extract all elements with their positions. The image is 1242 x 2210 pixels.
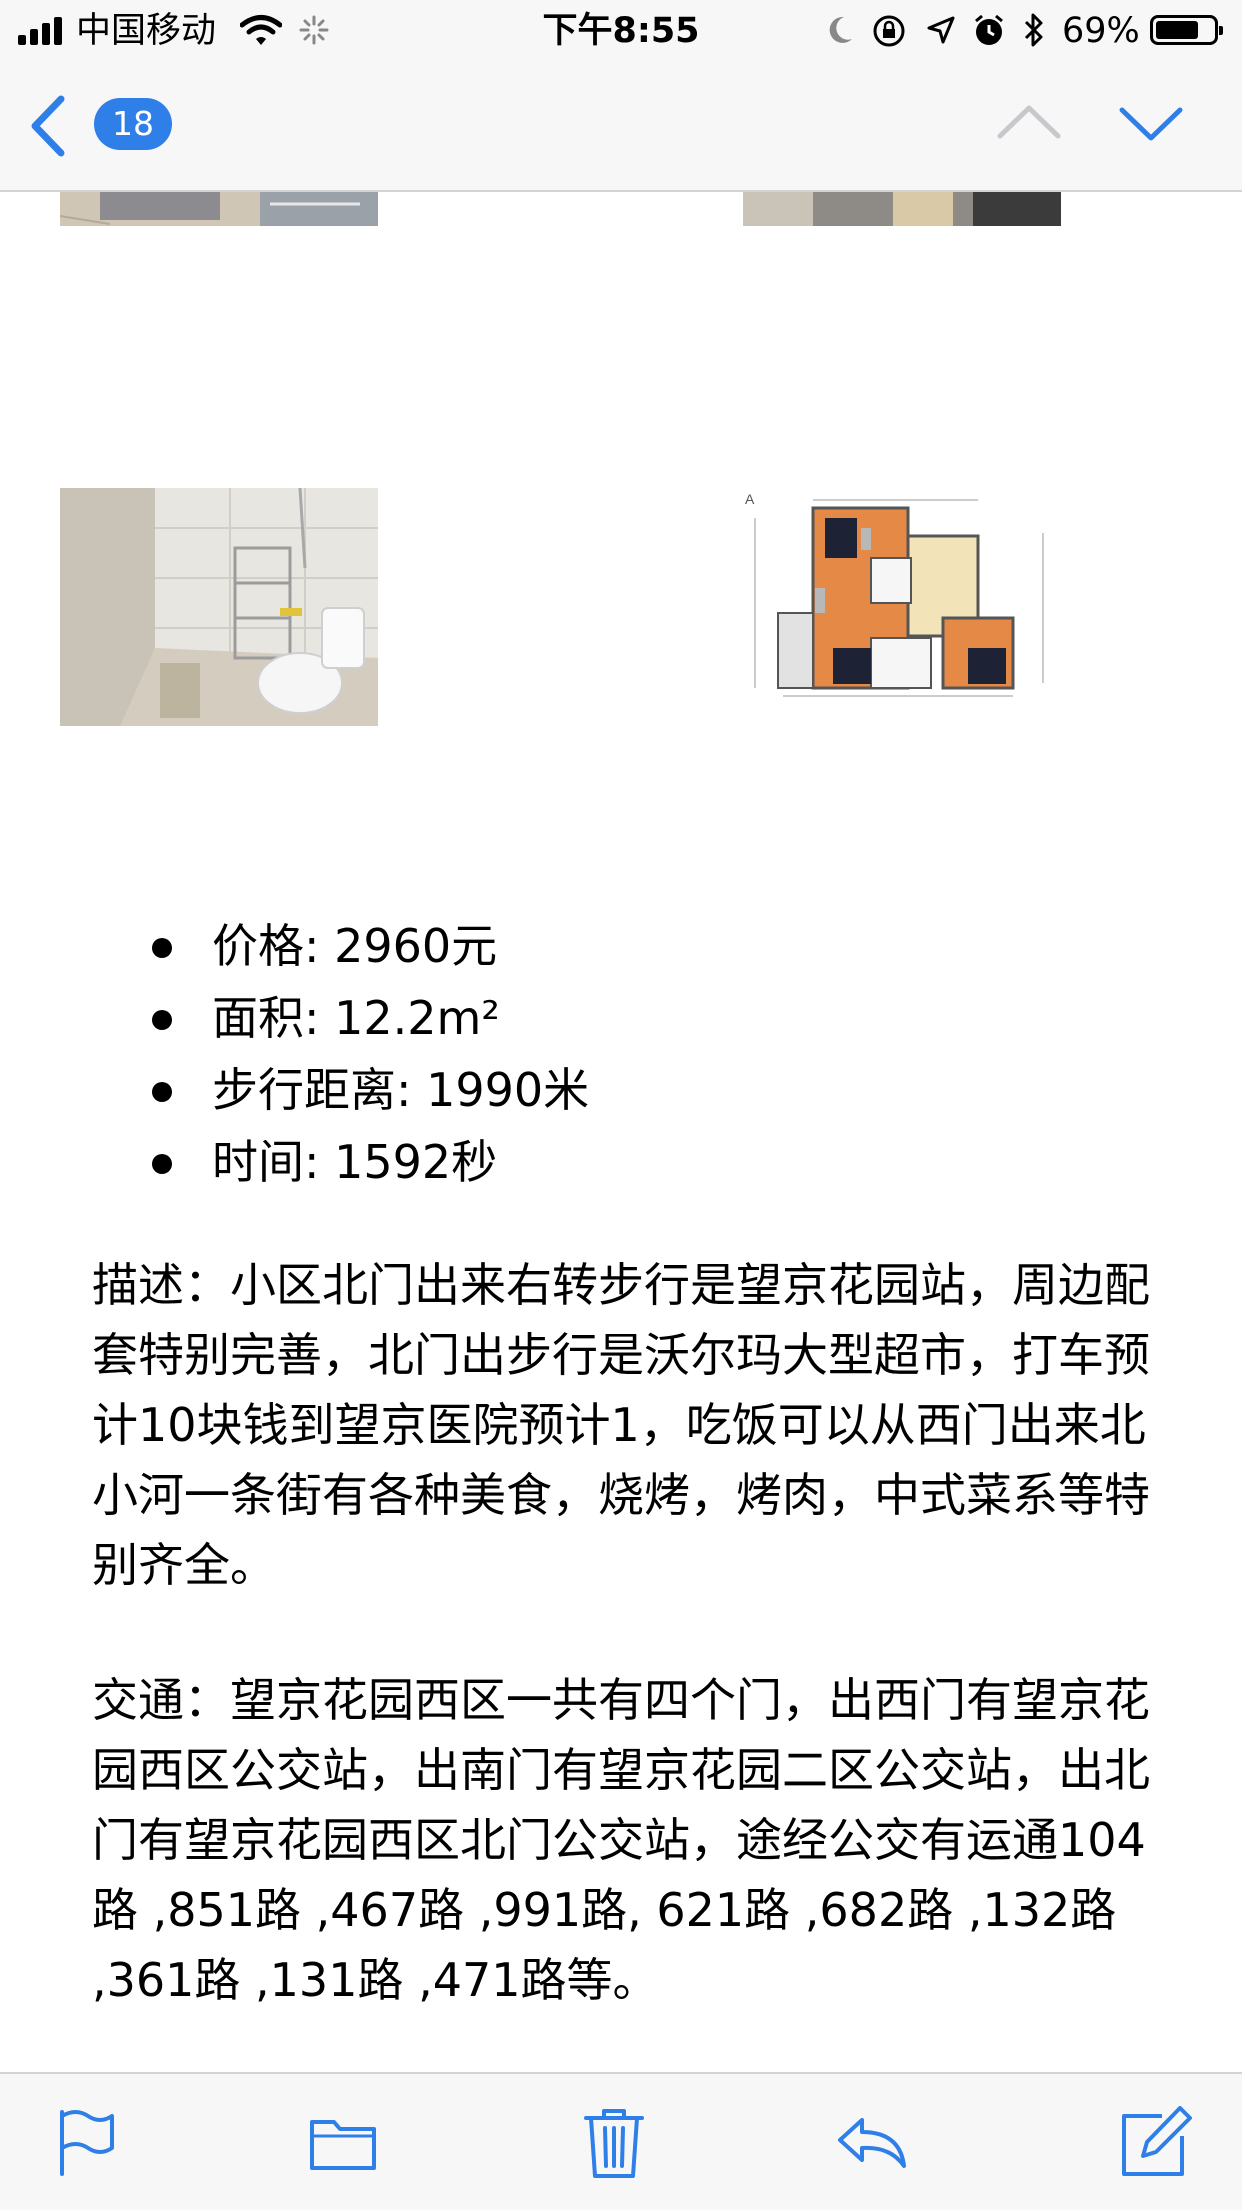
battery-icon (1150, 15, 1223, 45)
move-to-folder-button[interactable] (306, 2104, 382, 2180)
reply-button[interactable] (834, 2104, 910, 2180)
bluetooth-icon (1024, 13, 1043, 47)
orientation-lock-icon (873, 15, 905, 47)
description-paragraph: 描述：小区北门出来右转步行是望京花园站，周边配套特别完善，北门出步行是沃尔玛大型… (92, 1258, 1150, 1592)
floor-plan-image[interactable]: A (743, 488, 1061, 706)
message-body: A 价格: 2960元 面积: 12.2m² 步行距离: 1990米 时间: 1… (0, 190, 1242, 2070)
delete-button[interactable] (576, 2104, 652, 2180)
listing-details-list: 价格: 2960元 面积: 12.2m² 步行距离: 1990米 时间: 159… (150, 910, 589, 1198)
alarm-icon (975, 14, 1003, 45)
mail-toolbar (0, 2072, 1242, 2210)
transport-paragraph: 交通：望京花园西区一共有四个门，出西门有望京花园西区公交站，出南门有望京花园二区… (92, 1673, 1150, 2007)
back-button[interactable]: 18 (28, 92, 178, 158)
location-arrow-icon (927, 16, 955, 44)
chevron-left-icon (31, 95, 65, 157)
room-photo-bathroom[interactable] (60, 488, 378, 726)
reply-icon (838, 2118, 906, 2168)
flag-icon (60, 2110, 114, 2176)
next-message-button[interactable] (1116, 98, 1186, 148)
room-photo-corridor[interactable] (743, 190, 1061, 226)
walking-distance-item: 步行距离: 1990米 (150, 1054, 589, 1126)
unread-count-badge: 18 (94, 98, 172, 150)
svg-text:A: A (745, 491, 755, 507)
area-item: 面积: 12.2m² (150, 982, 589, 1054)
mail-nav-bar: 18 (0, 62, 1242, 192)
room-photo-kitchen[interactable] (60, 190, 378, 226)
status-bar: 中国移动 下午8:55 69% (0, 0, 1242, 62)
compose-button[interactable] (1118, 2104, 1194, 2180)
flag-button[interactable] (48, 2104, 124, 2180)
clock: 下午8:55 (542, 11, 700, 51)
previous-message-button[interactable] (994, 98, 1064, 148)
price-item: 价格: 2960元 (150, 910, 589, 982)
compose-icon (1122, 2106, 1192, 2176)
walking-time-item: 时间: 1592秒 (150, 1126, 589, 1198)
trash-icon (584, 2109, 644, 2178)
battery-percent: 69% (1062, 11, 1140, 51)
folder-icon (310, 2120, 376, 2170)
moon-icon (829, 16, 852, 43)
